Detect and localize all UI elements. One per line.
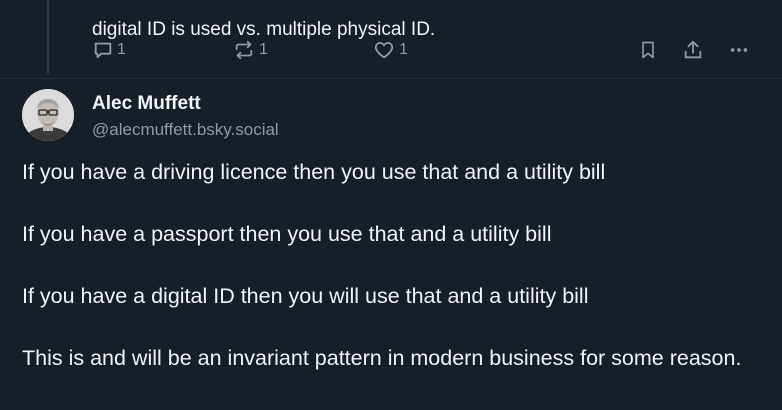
- post-paragraph: If you have a passport then you use that…: [22, 222, 552, 246]
- post-paragraph: If you have a driving licence then you u…: [22, 160, 606, 184]
- post-divider: [0, 78, 782, 79]
- more-icon: [728, 39, 750, 61]
- repost-count: 1: [259, 41, 268, 58]
- avatar[interactable]: [22, 89, 74, 141]
- post-paragraph: If you have a digital ID then you will u…: [22, 284, 589, 308]
- bookmark-icon: [638, 39, 658, 61]
- bookmark-button[interactable]: [638, 36, 658, 64]
- reply-count: 1: [117, 41, 126, 58]
- like-count: 1: [399, 41, 408, 58]
- repost-button[interactable]: 1: [232, 36, 268, 64]
- author-handle[interactable]: @alecmuffett.bsky.social: [92, 118, 279, 142]
- heart-icon: [372, 39, 396, 61]
- reply-button[interactable]: 1: [92, 36, 126, 64]
- previous-post-clipped-line: [92, 0, 772, 16]
- more-options-button[interactable]: [728, 36, 750, 64]
- reply-icon: [92, 39, 114, 61]
- share-icon: [682, 39, 704, 61]
- avatar-portrait: [22, 89, 74, 141]
- previous-post-actions: 1 1 1: [92, 36, 762, 64]
- post-body: If you have a driving licence then you u…: [22, 158, 762, 373]
- author-name[interactable]: Alec Muffett: [92, 92, 201, 116]
- repost-icon: [232, 39, 256, 61]
- share-button[interactable]: [682, 36, 704, 64]
- post-paragraph: This is and will be an invariant pattern…: [22, 346, 742, 370]
- thread-line: [47, 0, 49, 74]
- like-button[interactable]: 1: [372, 36, 408, 64]
